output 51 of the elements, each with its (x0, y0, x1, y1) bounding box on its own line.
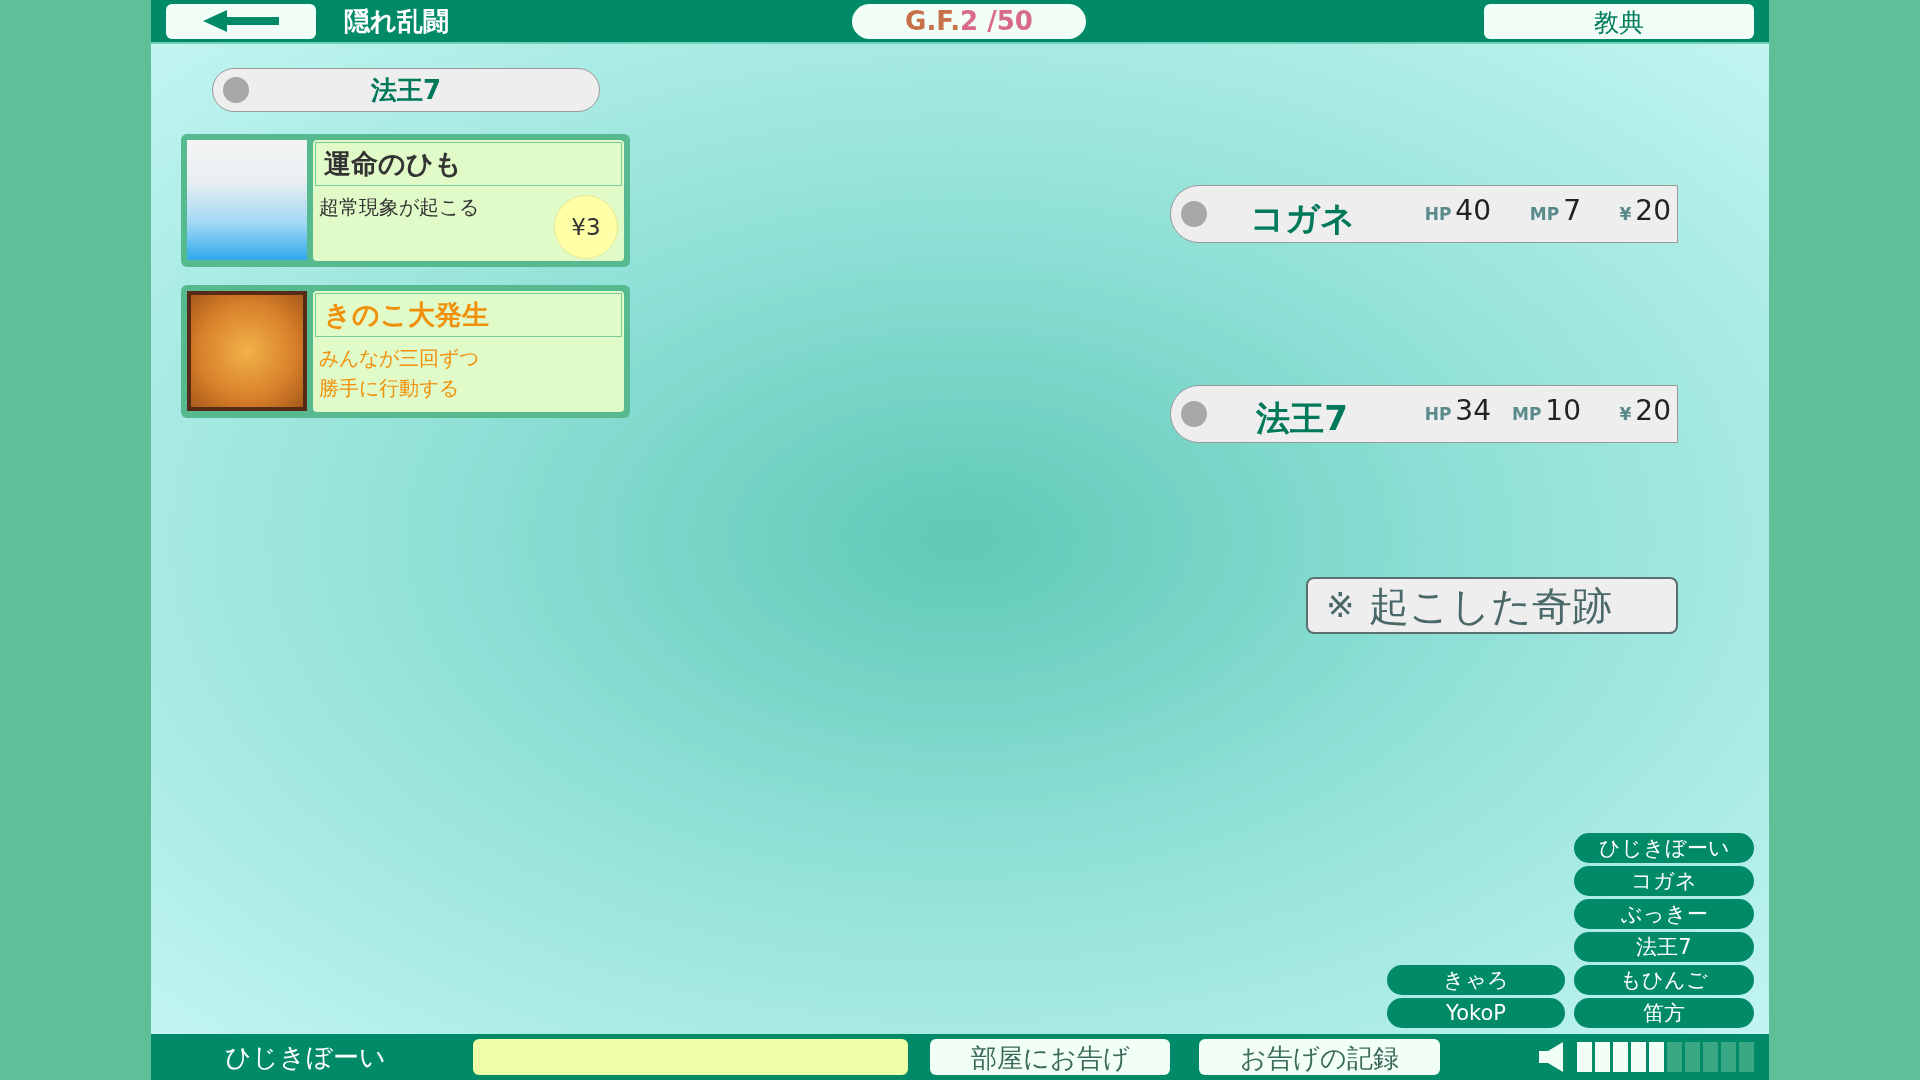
player-button[interactable]: ぶっきー (1574, 899, 1754, 929)
book-button[interactable]: 教典 (1484, 3, 1754, 39)
stat-value: 40 (1455, 193, 1491, 229)
speaker-icon (1539, 1042, 1565, 1072)
volume-bar (1613, 1042, 1628, 1072)
player-button[interactable]: きゃろ (1387, 965, 1565, 995)
announce-button[interactable]: 部屋にお告げ (930, 1039, 1170, 1075)
card-description: 勝手に行動する (319, 375, 460, 402)
stat-value: 7 (1563, 193, 1581, 229)
player-button[interactable]: もひんご (1574, 965, 1754, 995)
game-title: 隠れ乱闘 (344, 4, 450, 38)
player-button[interactable]: YokoP (1387, 998, 1565, 1028)
message-input-field[interactable] (473, 1039, 908, 1075)
volume-bar (1667, 1042, 1682, 1072)
card-title: きのこ大発生 (315, 293, 622, 337)
card-description: 超常現象が起こる (319, 194, 480, 221)
volume-bar (1739, 1042, 1754, 1072)
volume-bar (1721, 1042, 1736, 1072)
stat-label: ¥ (1619, 203, 1632, 226)
user-name: ひじきぼーい (225, 1040, 387, 1074)
volume-meter[interactable] (1577, 1042, 1754, 1072)
stat-label: MP (1529, 203, 1560, 226)
player-name: コガネ (1248, 196, 1356, 240)
player-name: 法王7 (369, 73, 443, 107)
stat-value: 20 (1635, 393, 1671, 429)
stat-label: HP (1424, 203, 1452, 226)
cost-badge: ¥3 (554, 195, 618, 259)
stat-label: HP (1424, 403, 1452, 426)
turn-counter: G.F.2 /50 (852, 3, 1086, 39)
card-description: みんなが三回ずつ (319, 345, 480, 372)
volume-bar (1631, 1042, 1646, 1072)
volume-bar (1703, 1042, 1718, 1072)
volume-bar (1577, 1042, 1592, 1072)
player-button[interactable]: 笛方 (1574, 998, 1754, 1028)
stat-label: ¥ (1619, 403, 1632, 426)
player-name: 法王7 (1255, 396, 1349, 440)
back-button[interactable] (166, 3, 316, 39)
volume-bar (1685, 1042, 1700, 1072)
left-arrow-icon (201, 8, 281, 34)
player-button[interactable]: 法王7 (1574, 932, 1754, 962)
player-button[interactable]: コガネ (1574, 866, 1754, 896)
card-title: 運命のひも (315, 142, 622, 186)
stat-value: 10 (1545, 393, 1581, 429)
player-button[interactable]: ひじきぼーい (1574, 833, 1754, 863)
miracles-button[interactable]: ※ 起こした奇跡 (1306, 577, 1678, 634)
volume-bar (1649, 1042, 1664, 1072)
volume-bar (1595, 1042, 1610, 1072)
stat-value: 20 (1635, 193, 1671, 229)
stat-label: MP (1511, 403, 1542, 426)
announcement-log-button[interactable]: お告げの記録 (1199, 1039, 1440, 1075)
stat-value: 34 (1455, 393, 1491, 429)
